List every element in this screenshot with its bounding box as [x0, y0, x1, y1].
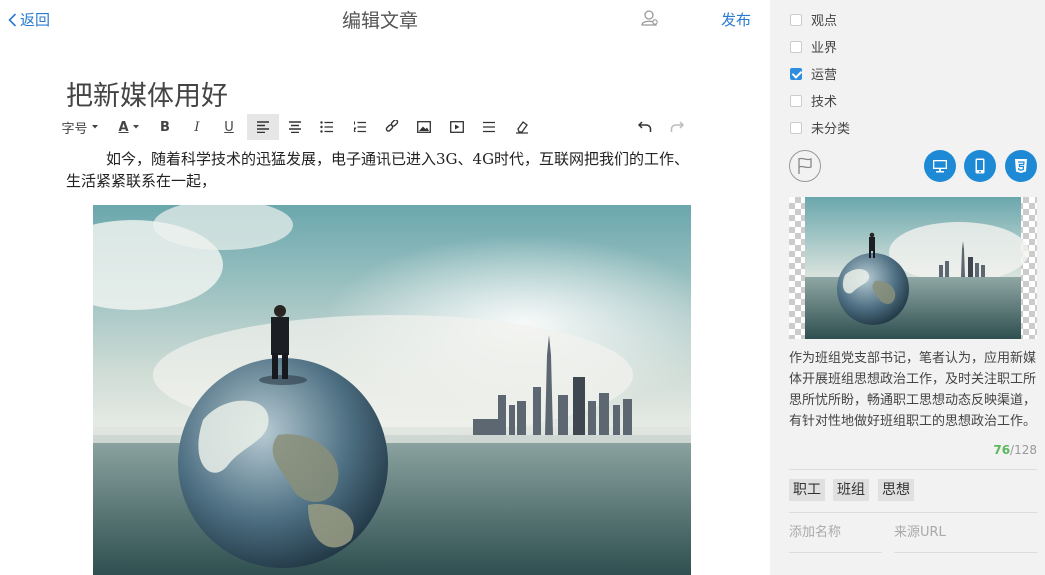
- source-url-input[interactable]: 来源URL: [894, 518, 1037, 553]
- checkbox[interactable]: [790, 121, 802, 134]
- article-image[interactable]: [93, 205, 691, 575]
- category-item-0[interactable]: 观点: [790, 10, 837, 29]
- checkbox[interactable]: [790, 13, 802, 26]
- category-item-2[interactable]: 运营: [790, 64, 837, 83]
- flag-button[interactable]: [789, 150, 821, 182]
- editor-toolbar: 字号 A B I U: [58, 114, 698, 140]
- settings-sidebar: 观点 业界 运营 技术 未分类 作为班组党支部书记，笔者认为，应用新媒体开展班组…: [770, 0, 1045, 575]
- checkbox[interactable]: [790, 40, 802, 53]
- font-size-dropdown[interactable]: 字号: [58, 114, 102, 140]
- font-color-label: A: [118, 119, 129, 135]
- caret-down-icon: [91, 125, 98, 129]
- category-label: 观点: [811, 14, 838, 29]
- summary-textarea[interactable]: 作为班组党支部书记，笔者认为，应用新媒体开展班组思想政治工作，及时关注职工所思所…: [789, 348, 1039, 432]
- article-title-input[interactable]: 把新媒体用好: [66, 74, 228, 113]
- caret-down-icon: [132, 125, 139, 129]
- category-label: 技术: [811, 95, 838, 110]
- divider: [789, 512, 1037, 513]
- char-count: 76: [993, 443, 1011, 457]
- undo-icon[interactable]: [632, 114, 658, 140]
- char-limit: /128: [1010, 443, 1037, 457]
- video-icon[interactable]: [444, 114, 470, 140]
- author-name-input[interactable]: 添加名称: [789, 518, 882, 553]
- category-item-3[interactable]: 技术: [790, 91, 837, 110]
- html5-button[interactable]: [1005, 150, 1037, 182]
- numbered-list-icon[interactable]: [347, 114, 373, 140]
- tag-item[interactable]: 职工: [789, 479, 825, 501]
- category-label: 运营: [811, 68, 838, 83]
- category-item-1[interactable]: 业界: [790, 37, 837, 56]
- underline-button[interactable]: U: [216, 114, 242, 140]
- html5-icon: [1015, 159, 1027, 173]
- monitor-icon: [933, 160, 947, 173]
- align-center-icon[interactable]: [282, 114, 308, 140]
- category-label: 未分类: [811, 122, 851, 137]
- cover-thumbnail[interactable]: [789, 197, 1037, 339]
- tag-item[interactable]: 思想: [878, 479, 914, 501]
- publish-button[interactable]: 发布: [721, 9, 751, 30]
- flag-icon: [798, 157, 812, 174]
- checkbox-checked[interactable]: [790, 67, 802, 80]
- align-left-icon[interactable]: [247, 114, 279, 140]
- italic-button[interactable]: I: [184, 114, 210, 140]
- article-paragraph[interactable]: 如今，随着科学技术的迅猛发展，电子通讯已进入3G、4G时代，互联网把我们的工作、…: [66, 148, 696, 192]
- char-counter: 76/128: [993, 443, 1037, 457]
- bold-button[interactable]: B: [152, 114, 178, 140]
- horizontal-rule-icon[interactable]: [476, 114, 502, 140]
- clear-format-icon[interactable]: [509, 114, 535, 140]
- phone-icon: [975, 158, 985, 174]
- link-icon[interactable]: [379, 114, 405, 140]
- checkbox[interactable]: [790, 94, 802, 107]
- editor-pane: 返回 编辑文章 发布 把新媒体用好 字号 A B I U 如今，随着科学技术的迅…: [0, 0, 770, 575]
- bullet-list-icon[interactable]: [314, 114, 340, 140]
- mobile-preview-button[interactable]: [964, 150, 996, 182]
- category-item-4[interactable]: 未分类: [790, 118, 850, 137]
- image-icon[interactable]: [411, 114, 437, 140]
- redo-icon[interactable]: [664, 114, 690, 140]
- desktop-preview-button[interactable]: [924, 150, 956, 182]
- font-size-label: 字号: [61, 121, 88, 137]
- divider: [789, 469, 1037, 470]
- font-color-dropdown[interactable]: A: [112, 114, 146, 140]
- user-settings-icon[interactable]: [641, 9, 659, 31]
- tag-item[interactable]: 班组: [833, 479, 869, 501]
- category-label: 业界: [811, 41, 838, 56]
